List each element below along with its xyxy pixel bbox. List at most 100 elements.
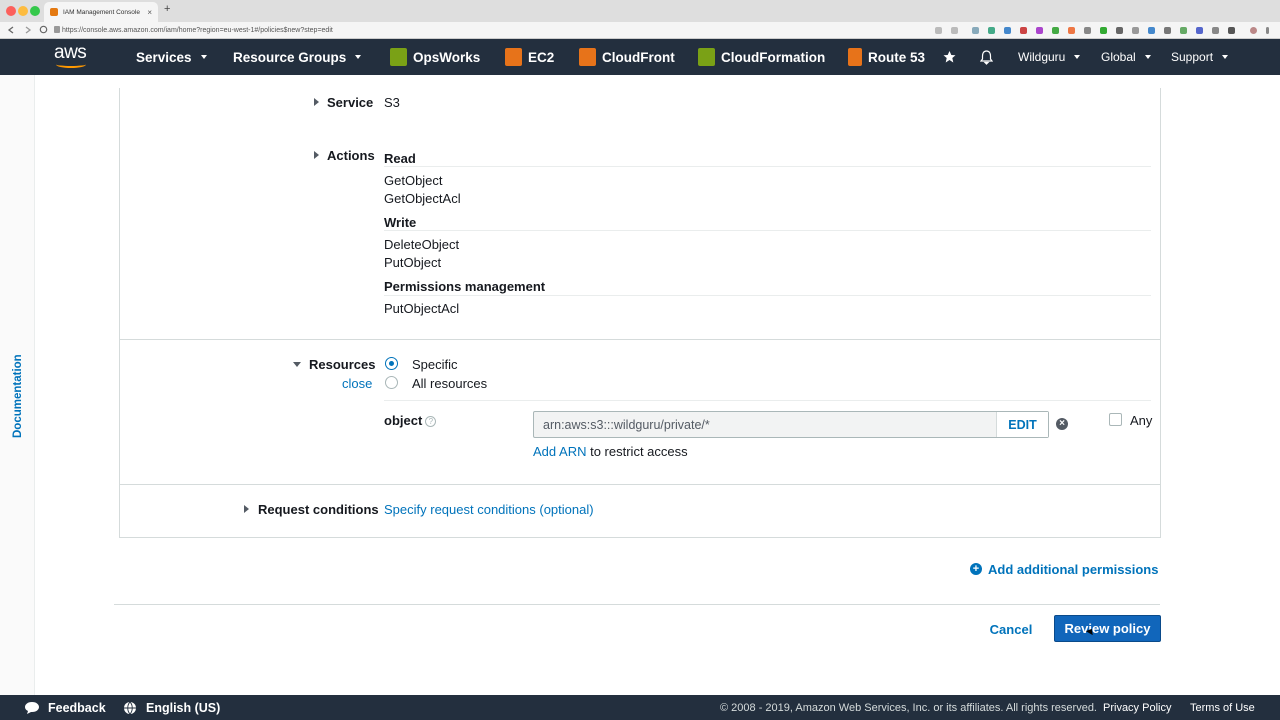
resources-close-link[interactable]: close xyxy=(342,376,372,391)
aws-logo[interactable]: aws xyxy=(54,43,90,70)
zoom-icon[interactable] xyxy=(935,27,942,34)
support-menu[interactable]: Support xyxy=(1171,39,1229,75)
extension-icon[interactable] xyxy=(1164,27,1171,34)
pinned-cloudfront[interactable]: CloudFront xyxy=(579,39,675,75)
copyright-text: © 2008 - 2019, Amazon Web Services, Inc.… xyxy=(720,701,1097,714)
account-menu[interactable]: Wildguru xyxy=(1018,39,1081,75)
pinned-cloudformation[interactable]: CloudFormation xyxy=(698,39,825,75)
profile-avatar-icon[interactable] xyxy=(1250,27,1257,34)
bell-icon[interactable] xyxy=(980,50,993,65)
url-field[interactable]: https://console.aws.amazon.com/iam/home?… xyxy=(62,24,932,37)
account-label: Wildguru xyxy=(1018,50,1066,64)
resources-label[interactable]: Resources xyxy=(309,357,375,372)
close-window-icon[interactable] xyxy=(6,6,16,16)
services-menu[interactable]: Services xyxy=(136,39,207,75)
extension-icon[interactable] xyxy=(1100,27,1107,34)
add-permissions-button[interactable]: + Add additional permissions xyxy=(970,561,1158,577)
extension-icon[interactable] xyxy=(1196,27,1203,34)
request-conditions-link[interactable]: Specify request conditions (optional) xyxy=(384,502,594,517)
pinned-label: Route 53 xyxy=(868,49,926,65)
browser-tab-bar: IAM Management Console × + xyxy=(0,0,1280,22)
expand-conditions-icon[interactable] xyxy=(244,505,249,513)
extension-icon[interactable] xyxy=(1020,27,1027,34)
action-item: GetObjectAcl xyxy=(384,191,461,206)
pinned-ec2[interactable]: EC2 xyxy=(505,39,554,75)
aws-top-nav: aws Services Resource Groups OpsWorks EC… xyxy=(0,39,1280,75)
any-checkbox[interactable] xyxy=(1109,413,1122,426)
pin-icon[interactable] xyxy=(943,50,956,64)
radio-all-resources-label[interactable]: All resources xyxy=(412,376,487,391)
resource-groups-label: Resource Groups xyxy=(233,49,347,65)
new-tab-icon[interactable]: + xyxy=(164,3,170,15)
object-label: object? xyxy=(384,413,437,428)
extension-icon[interactable] xyxy=(1180,27,1187,34)
chevron-down-icon xyxy=(1222,55,1229,59)
any-label: Any xyxy=(1130,413,1153,428)
extension-icon[interactable] xyxy=(1116,27,1123,34)
favicon-icon xyxy=(50,8,58,16)
review-policy-button[interactable]: Review policy xyxy=(1054,615,1161,642)
chevron-down-icon xyxy=(200,55,207,59)
action-item: PutObject xyxy=(384,255,442,270)
pinned-route53[interactable]: Route 53 xyxy=(848,39,925,75)
lock-icon xyxy=(54,26,60,33)
region-label: Global xyxy=(1101,50,1136,64)
object-label-text: object xyxy=(384,413,423,428)
arn-input[interactable] xyxy=(534,412,996,437)
forward-icon[interactable] xyxy=(24,26,32,34)
bookmark-star-icon[interactable] xyxy=(951,27,958,34)
extension-icon[interactable] xyxy=(972,27,979,34)
feedback-link[interactable]: Feedback xyxy=(24,695,106,720)
more-menu-icon[interactable] xyxy=(1266,27,1269,34)
section-divider xyxy=(120,484,1160,485)
extension-icon[interactable] xyxy=(1052,27,1059,34)
radio-specific-label[interactable]: Specific xyxy=(412,357,458,372)
cancel-button[interactable]: Cancel xyxy=(982,618,1040,640)
edit-arn-button[interactable]: EDIT xyxy=(996,412,1048,437)
arn-field: EDIT xyxy=(533,411,1049,438)
expand-service-icon[interactable] xyxy=(314,98,319,106)
extension-icon[interactable] xyxy=(1068,27,1075,34)
service-label[interactable]: Service xyxy=(327,95,373,110)
region-menu[interactable]: Global xyxy=(1101,39,1151,75)
action-item: GetObject xyxy=(384,173,443,188)
chevron-down-icon xyxy=(1144,55,1151,59)
request-conditions-label[interactable]: Request conditions xyxy=(258,502,379,517)
globe-icon xyxy=(124,701,136,714)
feedback-label: Feedback xyxy=(48,700,106,715)
terms-of-use-link[interactable]: Terms of Use xyxy=(1190,695,1255,720)
footer-divider xyxy=(114,604,1160,605)
radio-specific[interactable] xyxy=(385,357,398,370)
extension-icon[interactable] xyxy=(1004,27,1011,34)
actions-label[interactable]: Actions xyxy=(327,148,375,163)
extension-icon[interactable] xyxy=(1148,27,1155,34)
pinned-opsworks[interactable]: OpsWorks xyxy=(390,39,480,75)
pinned-label: CloudFront xyxy=(602,49,675,65)
group-divider xyxy=(384,400,1151,401)
tab-close-icon[interactable]: × xyxy=(147,8,152,17)
collapse-resources-icon[interactable] xyxy=(293,362,301,367)
extension-icon[interactable] xyxy=(1212,27,1219,34)
extension-icon[interactable] xyxy=(1228,27,1235,34)
remove-arn-icon[interactable]: × xyxy=(1056,418,1068,430)
opsworks-icon xyxy=(390,48,407,66)
extension-icon[interactable] xyxy=(1036,27,1043,34)
pinned-label: EC2 xyxy=(528,49,555,65)
extension-icon[interactable] xyxy=(988,27,995,34)
extension-icon[interactable] xyxy=(1084,27,1091,34)
action-group-write: Write xyxy=(384,215,417,230)
add-arn-link[interactable]: Add ARN xyxy=(533,444,586,459)
extension-icon[interactable] xyxy=(1132,27,1139,34)
expand-actions-icon[interactable] xyxy=(314,151,319,159)
language-selector[interactable]: English (US) xyxy=(123,695,220,720)
minimize-window-icon[interactable] xyxy=(18,6,28,16)
documentation-toggle[interactable]: Documentation xyxy=(12,354,24,438)
maximize-window-icon[interactable] xyxy=(30,6,40,16)
back-icon[interactable] xyxy=(7,26,15,34)
browser-tab[interactable]: IAM Management Console × xyxy=(44,2,158,22)
resource-groups-menu[interactable]: Resource Groups xyxy=(233,39,362,75)
reload-icon[interactable] xyxy=(39,25,48,34)
privacy-policy-link[interactable]: Privacy Policy xyxy=(1103,695,1171,720)
help-icon[interactable]: ? xyxy=(425,416,437,428)
radio-all-resources[interactable] xyxy=(385,376,398,389)
